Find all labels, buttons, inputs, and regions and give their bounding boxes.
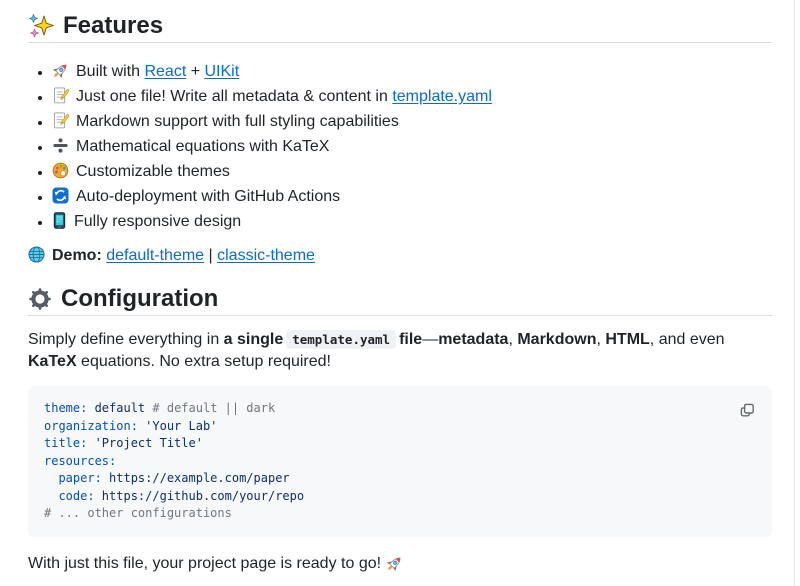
link-default-theme[interactable]: default-theme: [106, 247, 204, 264]
feature-text: Customizable themes: [76, 163, 230, 180]
memo-icon: [52, 87, 69, 104]
feature-item-themes: Customizable themes: [52, 159, 772, 184]
intro-bold: KaTeX: [28, 353, 77, 370]
demo-line: Demo: default-theme | classic-theme: [28, 245, 772, 266]
section-heading-features: Features: [28, 13, 772, 43]
feature-text: Built with: [76, 63, 144, 80]
intro-bold: a single: [224, 331, 284, 348]
code-line: paper: https://example.com/paper: [44, 470, 756, 488]
sync-icon: [52, 187, 69, 204]
gear-icon: [28, 287, 52, 311]
globe-icon: [28, 246, 45, 263]
link-uikit[interactable]: UIKit: [205, 63, 240, 80]
code-line: resources:: [44, 453, 756, 471]
feature-text: Auto-deployment with GitHub Actions: [76, 188, 340, 205]
code-line: code: https://github.com/your/repo: [44, 488, 756, 506]
intro-text: —: [422, 331, 438, 348]
feature-text: Just one file! Write all metadata & cont…: [76, 88, 392, 105]
features-title: Features: [63, 13, 163, 39]
link-react[interactable]: React: [144, 63, 186, 80]
feature-item-markdown: Markdown support with full styling capab…: [52, 109, 772, 134]
memo-icon: [52, 112, 69, 129]
intro-text: , and even: [650, 331, 725, 348]
rocket-icon: [386, 555, 403, 572]
yaml-code-block: theme: default # default || darkorganiza…: [28, 386, 772, 537]
feature-item-responsive: Fully responsive design: [52, 209, 772, 234]
section-heading-configuration: Configuration: [28, 286, 772, 316]
demo-label: Demo:: [52, 247, 106, 264]
readme-content: Features Built with React + UIKit: [28, 13, 772, 574]
configuration-title: Configuration: [61, 286, 218, 312]
phone-icon: [52, 212, 67, 229]
yaml-code: theme: default # default || darkorganiza…: [44, 400, 756, 523]
feature-text: Markdown support with full styling capab…: [76, 113, 399, 130]
intro-bold: Markdown: [517, 331, 596, 348]
palette-icon: [52, 162, 69, 179]
divide-icon: [52, 137, 69, 154]
intro-bold: file: [399, 331, 422, 348]
feature-text: Fully responsive design: [74, 213, 241, 230]
feature-item-autodeploy: Auto-deployment with GitHub Actions: [52, 184, 772, 209]
link-classic-theme[interactable]: classic-theme: [217, 247, 315, 264]
features-list: Built with React + UIKit Just one file! …: [28, 59, 772, 234]
demo-separator: |: [204, 247, 217, 264]
intro-text: Simply define everything in: [28, 331, 224, 348]
intro-bold: HTML: [605, 331, 649, 348]
right-edge-divider: [794, 0, 795, 586]
feature-item-one-file: Just one file! Write all metadata & cont…: [52, 84, 772, 109]
feature-text: Mathematical equations with KaTeX: [76, 138, 329, 155]
configuration-intro: Simply define everything in a singletemp…: [28, 329, 772, 373]
feature-item-built-with: Built with React + UIKit: [52, 59, 772, 84]
intro-bold: metadata: [438, 331, 508, 348]
link-template-yaml[interactable]: template.yaml: [392, 88, 492, 105]
code-line: organization: 'Your Lab': [44, 418, 756, 436]
feature-item-math: Mathematical equations with KaTeX: [52, 134, 772, 159]
code-line: theme: default # default || dark: [44, 400, 756, 418]
intro-text: equations. No extra setup required!: [77, 353, 331, 370]
inline-code-template-yaml: template.yaml: [286, 330, 396, 349]
code-line: title: 'Project Title': [44, 435, 756, 453]
rocket-icon: [52, 62, 69, 79]
code-block-container: theme: default # default || darkorganiza…: [28, 386, 772, 537]
code-line: # ... other configurations: [44, 505, 756, 523]
copy-icon: [739, 402, 755, 418]
copy-code-button[interactable]: [732, 395, 762, 425]
sparkles-icon: [28, 13, 54, 39]
intro-text: ,: [508, 331, 517, 348]
feature-text: +: [186, 63, 204, 80]
outro-text: With just this file, your project page i…: [28, 555, 381, 572]
outro-line: With just this file, your project page i…: [28, 553, 772, 574]
